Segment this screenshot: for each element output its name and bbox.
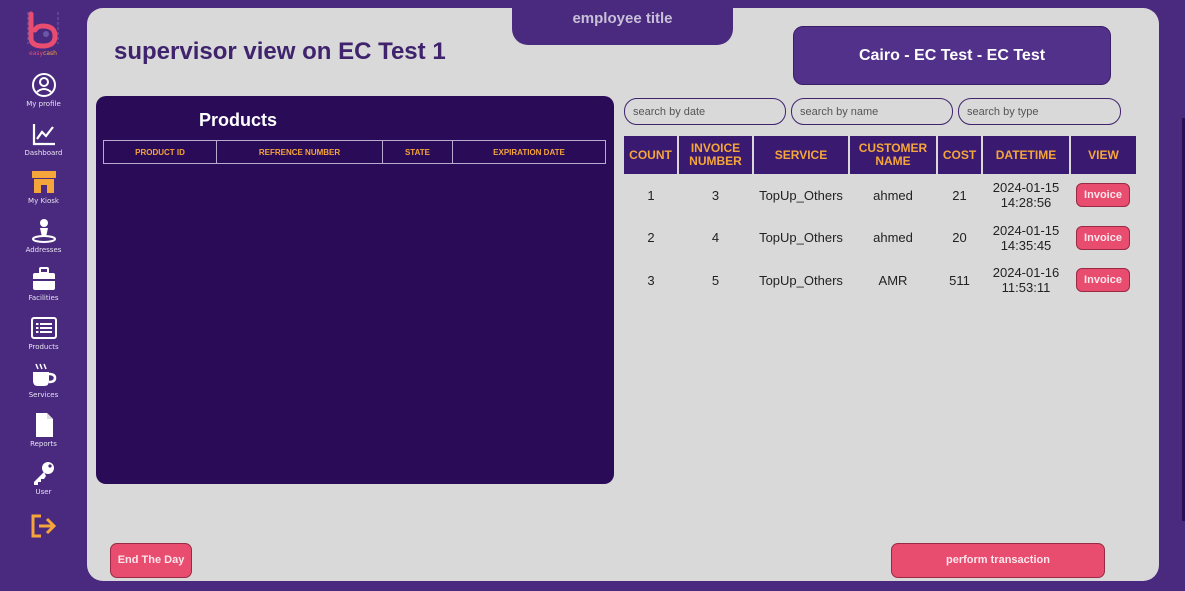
cell-count: 2 — [647, 230, 655, 246]
products-table: PRODUCT ID REFRENCE NUMBER STATE EXPIRAT… — [103, 140, 606, 164]
employee-title-tab: employee title — [512, 0, 733, 45]
perform-transaction-button[interactable]: perform transaction — [891, 543, 1105, 578]
sidebar-item-dashboard[interactable]: Dashboard — [0, 121, 87, 157]
sidebar-item-my-profile[interactable]: My profile — [0, 72, 87, 108]
sidebar-item-label: User — [35, 488, 52, 496]
cell-time: 11:53:11 — [1001, 280, 1051, 296]
sidebar-item-my-kiosk[interactable]: My Kiosk — [0, 169, 87, 205]
sidebar-item-label: Dashboard — [24, 149, 63, 157]
sidebar-item-addresses[interactable]: Addresses — [0, 218, 87, 254]
cell-date: 2024-01-15 — [992, 180, 1060, 196]
main-panel: employee title supervisor view on EC Tes… — [87, 0, 1159, 581]
cell-service: TopUp_Others — [759, 230, 843, 246]
logout-icon — [31, 514, 57, 538]
sidebar-item-label: Addresses — [25, 246, 62, 254]
cell-date: 2024-01-16 — [992, 265, 1060, 281]
col-service[interactable]: SERVICE — [753, 136, 850, 174]
cell-count: 3 — [647, 272, 655, 288]
col-cost[interactable]: COST — [937, 136, 983, 174]
sidebar-item-label: My Kiosk — [28, 197, 59, 205]
location-badge: Cairo - EC Test - EC Test — [793, 26, 1111, 85]
store-icon — [31, 171, 56, 193]
cell-service: TopUp_Others — [759, 187, 843, 203]
products-panel: Products PRODUCT ID REFRENCE NUMBER STAT… — [96, 96, 614, 484]
invoice-button[interactable]: Invoice — [1076, 225, 1130, 250]
cell-customer-name: ahmed — [873, 187, 913, 203]
invoice-button[interactable]: Invoice — [1076, 268, 1130, 293]
col-customer-name[interactable]: CUSTOMER NAME — [849, 136, 938, 174]
search-date-input[interactable] — [624, 98, 786, 125]
table-row: 3 5 TopUp_Others AMR 511 2024-01-16 11:53… — [624, 259, 1136, 302]
sidebar-item-services[interactable]: Services — [0, 363, 87, 399]
cell-time: 14:35:45 — [1000, 237, 1052, 253]
col-count[interactable]: COUNT — [624, 136, 679, 174]
key-icon — [33, 462, 54, 485]
sidebar-item-label: My profile — [26, 100, 61, 108]
cell-datetime: 2024-01-16 11:53:11 — [982, 259, 1070, 302]
sidebar-item-label: Facilities — [28, 294, 59, 302]
page-title: supervisor view on EC Test 1 — [114, 38, 446, 65]
sidebar-item-label: Reports — [30, 440, 57, 448]
logo-text: easycash — [29, 50, 57, 57]
cell-datetime: 2024-01-15 14:28:56 — [982, 174, 1070, 217]
cell-invoice-number: 4 — [711, 230, 720, 246]
table-row: 2 4 TopUp_Others ahmed 20 2024-01-15 14:3… — [624, 217, 1136, 260]
sidebar-item-label: Products — [28, 343, 59, 351]
map-pin-icon — [31, 219, 56, 243]
sidebar-item-label: Services — [28, 391, 59, 399]
user-circle-icon — [31, 73, 56, 97]
col-product-id[interactable]: PRODUCT ID — [103, 140, 217, 164]
cell-customer-name: AMR — [878, 272, 908, 288]
end-the-day-button[interactable]: End The Day — [110, 543, 192, 578]
cell-cost: 20 — [952, 230, 967, 246]
cell-time: 14:28:56 — [1000, 195, 1052, 211]
file-icon — [35, 413, 53, 437]
briefcase-icon — [32, 267, 55, 290]
transactions-table: COUNT INVOICE NUMBER SERVICE CUSTOMER NA… — [624, 136, 1136, 302]
sidebar-item-products[interactable]: Products — [0, 315, 87, 351]
coffee-icon — [32, 363, 56, 386]
cell-cost: 511 — [949, 272, 970, 288]
sidebar-item-facilities[interactable]: Facilities — [0, 266, 87, 302]
search-type-input[interactable] — [958, 98, 1121, 125]
search-name-input[interactable] — [791, 98, 953, 125]
cell-count: 1 — [647, 187, 655, 203]
col-invoice-number[interactable]: INVOICE NUMBER — [678, 136, 754, 174]
cell-datetime: 2024-01-15 14:35:45 — [982, 217, 1070, 260]
easycash-logo[interactable]: easycash — [24, 10, 62, 58]
cell-invoice-number: 3 — [711, 187, 720, 203]
sidebar-item-user[interactable]: User — [0, 460, 87, 496]
cell-service: TopUp_Others — [759, 272, 843, 288]
list-icon — [30, 317, 57, 339]
products-title: Products — [199, 110, 278, 130]
chart-line-icon — [32, 124, 55, 146]
cell-view: Invoice — [1070, 217, 1136, 260]
col-view[interactable]: VIEW — [1070, 136, 1136, 174]
col-state[interactable]: STATE — [382, 140, 453, 164]
cell-view: Invoice — [1070, 174, 1136, 217]
logout-button[interactable] — [30, 513, 58, 544]
sidebar-item-reports[interactable]: Reports — [0, 412, 87, 448]
table-row: 1 3 TopUp_Others ahmed 21 2024-01-15 14:2… — [624, 174, 1136, 217]
sidebar: easycash My profile Dashboard My Kiosk A… — [0, 0, 87, 591]
col-expiration-date[interactable]: EXPIRATION DATE — [452, 140, 606, 164]
cell-cost: 21 — [952, 187, 967, 203]
cell-invoice-number: 5 — [711, 272, 720, 288]
cell-customer-name: ahmed — [873, 230, 913, 246]
col-reference-number[interactable]: REFRENCE NUMBER — [216, 140, 383, 164]
invoice-button[interactable]: Invoice — [1076, 183, 1130, 208]
col-datetime[interactable]: DATETIME — [982, 136, 1071, 174]
cell-view: Invoice — [1070, 259, 1136, 302]
cell-date: 2024-01-15 — [992, 222, 1060, 238]
